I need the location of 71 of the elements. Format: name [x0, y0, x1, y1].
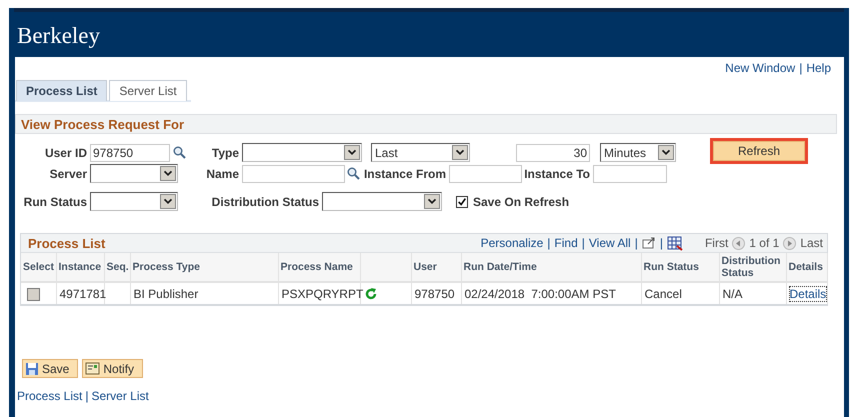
- column-header: Run Status: [641, 253, 719, 282]
- table-cell: N/A: [719, 282, 786, 304]
- header-link[interactable]: New Window: [725, 61, 796, 75]
- spreadsheet-icon[interactable]: [666, 236, 683, 250]
- select-field[interactable]: [322, 192, 442, 211]
- tab[interactable]: Server List: [109, 80, 187, 101]
- refresh-icon[interactable]: [364, 286, 378, 301]
- select-field[interactable]: Minutes: [600, 143, 676, 162]
- save-button[interactable]: Save: [22, 359, 78, 378]
- table-cell: 4971781: [56, 282, 104, 304]
- grid-link[interactable]: Find: [554, 236, 578, 250]
- grid-link[interactable]: Personalize: [480, 236, 544, 250]
- field-label: Distribution Status: [210, 194, 320, 208]
- column-header: Seq.: [104, 253, 130, 282]
- column-header: Process Type: [130, 253, 278, 282]
- previous-icon[interactable]: [732, 236, 746, 250]
- column-header: Distribution Status: [719, 253, 786, 282]
- pager-label: First: [704, 236, 728, 250]
- details-link[interactable]: Details: [790, 286, 826, 300]
- input-field[interactable]: [593, 164, 667, 182]
- link-separator: |: [799, 61, 802, 75]
- notify-button[interactable]: Notify: [82, 359, 144, 378]
- footer-link[interactable]: Process List: [17, 389, 82, 403]
- link-separator: |: [634, 236, 638, 250]
- field-label: Instance From: [362, 166, 447, 180]
- link-separator: |: [582, 236, 585, 250]
- logo: Berkeley: [17, 22, 100, 48]
- header-link[interactable]: Help: [806, 61, 831, 75]
- select-field[interactable]: Last: [371, 143, 470, 162]
- search-icon[interactable]: [347, 167, 360, 180]
- search-icon[interactable]: [173, 146, 186, 159]
- tab[interactable]: Process List: [16, 80, 108, 101]
- checkbox-label: Save On Refresh: [473, 194, 570, 208]
- column-header: Select: [21, 253, 56, 282]
- checkbox[interactable]: [456, 196, 468, 208]
- select-field[interactable]: [90, 192, 178, 211]
- row-checkbox[interactable]: [27, 288, 40, 301]
- pager-label: Last: [800, 236, 823, 250]
- field-label: User ID: [44, 146, 88, 160]
- popout-icon[interactable]: [642, 237, 656, 249]
- select-field[interactable]: [90, 164, 178, 183]
- refresh-button[interactable]: Refresh: [713, 140, 805, 160]
- field-label: Run Status: [22, 194, 88, 208]
- field-label: Server: [48, 166, 88, 180]
- field-label: Type: [210, 146, 240, 160]
- pager-range: 1 of 1: [749, 236, 780, 250]
- table-cell: BI Publisher: [130, 282, 278, 304]
- grid-link[interactable]: View All: [588, 236, 631, 250]
- grid-title: Process List: [28, 236, 106, 250]
- table-cell: 978750: [411, 282, 461, 304]
- column-header: Details: [786, 253, 827, 282]
- input-field[interactable]: [242, 164, 345, 182]
- column-header: User: [411, 253, 461, 282]
- table-cell: Cancel: [641, 282, 719, 304]
- link-separator: |: [547, 236, 550, 250]
- footer-link[interactable]: Server List: [91, 389, 149, 403]
- column-header: Process Name: [278, 253, 360, 282]
- note-icon: [85, 362, 100, 375]
- link-separator: |: [85, 389, 88, 403]
- link-separator: |: [660, 236, 663, 250]
- input-field[interactable]: [449, 164, 522, 182]
- section-title: View Process Request For: [15, 114, 837, 134]
- field-label: Name: [205, 166, 240, 180]
- column-header: Instance: [56, 253, 104, 282]
- select-field[interactable]: [242, 143, 362, 162]
- column-header: Run Date/Time: [461, 253, 641, 282]
- input-field[interactable]: 978750: [90, 144, 170, 162]
- table-cell: 02/24/2018 7:00:00AM PST: [461, 282, 641, 304]
- field-label: Instance To: [523, 166, 591, 180]
- next-icon[interactable]: [783, 236, 796, 250]
- input-field[interactable]: 30: [516, 144, 590, 162]
